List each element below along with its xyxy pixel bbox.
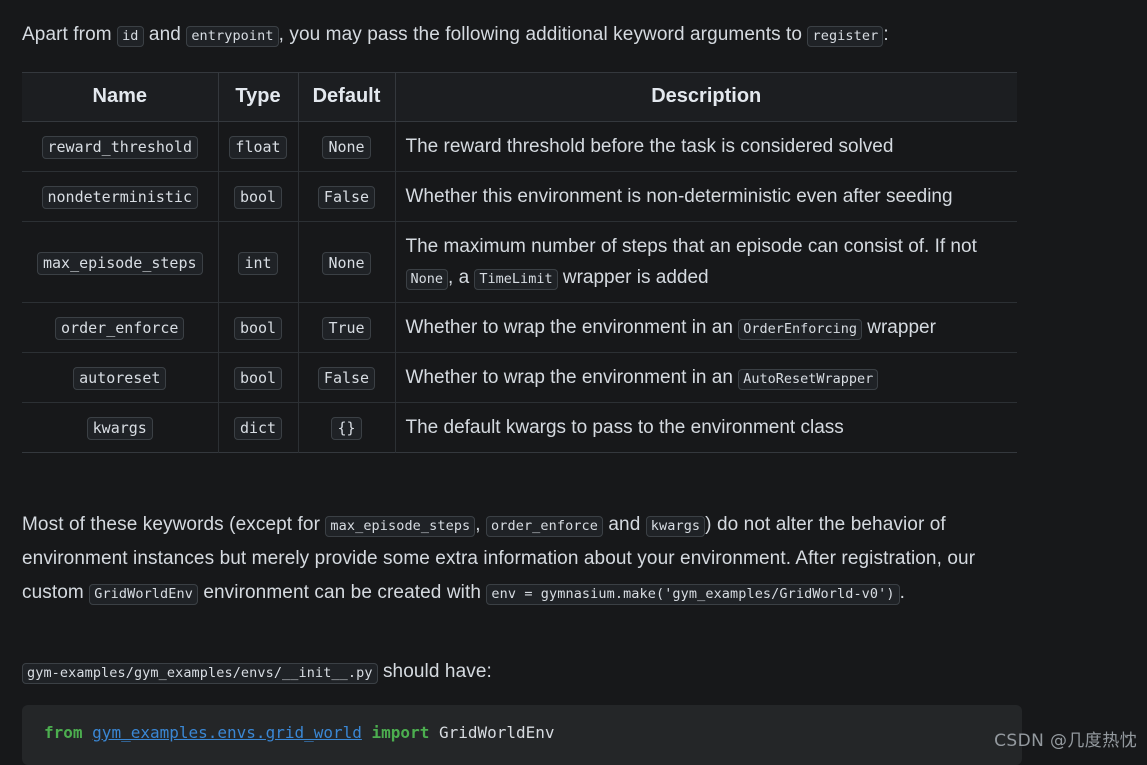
intro-text-3: , you may pass the following additional … <box>279 24 808 45</box>
body-text-5: environment can be created with <box>198 582 486 603</box>
cell-description: The default kwargs to pass to the enviro… <box>395 403 1017 453</box>
cell-description: The reward threshold before the task is … <box>395 122 1017 172</box>
cell-description: Whether to wrap the environment in an Or… <box>395 303 1017 353</box>
desc-text-a: Whether this environment is non-determin… <box>406 186 953 207</box>
cell-type: bool <box>218 303 298 353</box>
code-param-default: False <box>318 367 375 390</box>
column-header-description: Description <box>395 73 1017 122</box>
cell-type: int <box>218 222 298 303</box>
token-space-3 <box>429 723 439 742</box>
token-imported-class: GridWorldEnv <box>439 723 555 742</box>
document-page: Apart from id and entrypoint, you may pa… <box>0 0 1147 765</box>
parameters-table: Name Type Default Description reward_thr… <box>22 72 1017 453</box>
cell-name: reward_threshold <box>22 122 218 172</box>
desc-text-a: Whether to wrap the environment in an <box>406 317 739 338</box>
desc-code-1: OrderEnforcing <box>738 319 862 340</box>
code-register: register <box>807 26 883 47</box>
column-header-type: Type <box>218 73 298 122</box>
code-param-default: False <box>318 186 375 209</box>
cell-default: True <box>298 303 395 353</box>
code-max-episode-steps: max_episode_steps <box>325 516 475 537</box>
table-row: nondeterministic bool False Whether this… <box>22 172 1017 222</box>
token-keyword-import: import <box>372 723 430 742</box>
body-text-6: . <box>900 582 905 603</box>
body-text-2: , <box>475 514 486 535</box>
code-gridworldenv: GridWorldEnv <box>89 584 198 605</box>
body-paragraph: Most of these keywords (except for max_e… <box>22 508 1022 610</box>
desc-text-b: , a <box>448 267 474 288</box>
body-text-1: Most of these keywords (except for <box>22 514 325 535</box>
cell-name: order_enforce <box>22 303 218 353</box>
table-row: kwargs dict {} The default kwargs to pas… <box>22 403 1017 453</box>
code-file-path: gym-examples/gym_examples/envs/__init__.… <box>22 663 378 684</box>
desc-code-1: None <box>406 269 449 290</box>
table-row: autoreset bool False Whether to wrap the… <box>22 353 1017 403</box>
cell-name: kwargs <box>22 403 218 453</box>
cell-description: Whether to wrap the environment in an Au… <box>395 353 1017 403</box>
file-path-line: gym-examples/gym_examples/envs/__init__.… <box>22 655 1022 689</box>
code-param-type: int <box>238 252 277 275</box>
code-block: from gym_examples.envs.grid_world import… <box>22 705 1022 765</box>
code-param-default: True <box>322 317 370 340</box>
code-make-call: env = gymnasium.make('gym_examples/GridW… <box>486 584 899 605</box>
column-header-name: Name <box>22 73 218 122</box>
code-order-enforce: order_enforce <box>486 516 603 537</box>
cell-name: max_episode_steps <box>22 222 218 303</box>
cell-type: bool <box>218 172 298 222</box>
watermark: CSDN @几度热忱 <box>994 726 1137 751</box>
intro-text-4: : <box>883 24 888 45</box>
code-param-name: nondeterministic <box>42 186 199 209</box>
table-row: order_enforce bool True Whether to wrap … <box>22 303 1017 353</box>
desc-text-a: The maximum number of steps that an epis… <box>406 236 977 257</box>
cell-name: nondeterministic <box>22 172 218 222</box>
cell-description: The maximum number of steps that an epis… <box>395 222 1017 303</box>
cell-name: autoreset <box>22 353 218 403</box>
cell-type: dict <box>218 403 298 453</box>
intro-text-2: and <box>144 24 187 45</box>
cell-default: False <box>298 353 395 403</box>
cell-type: bool <box>218 353 298 403</box>
desc-text-b: wrapper <box>862 317 936 338</box>
cell-default: False <box>298 172 395 222</box>
intro-paragraph: Apart from id and entrypoint, you may pa… <box>22 18 1032 52</box>
body-text-3: and <box>603 514 646 535</box>
table-row: reward_threshold float None The reward t… <box>22 122 1017 172</box>
desc-text-a: The reward threshold before the task is … <box>406 136 894 157</box>
code-param-name: max_episode_steps <box>37 252 203 275</box>
desc-text-c: wrapper is added <box>558 267 709 288</box>
code-param-name: order_enforce <box>55 317 184 340</box>
code-param-name: autoreset <box>73 367 166 390</box>
table-header-row: Name Type Default Description <box>22 73 1017 122</box>
table-row: max_episode_steps int None The maximum n… <box>22 222 1017 303</box>
column-header-default: Default <box>298 73 395 122</box>
code-param-name: kwargs <box>87 417 153 440</box>
code-param-type: float <box>229 136 286 159</box>
code-entrypoint: entrypoint <box>186 26 278 47</box>
desc-text-a: The default kwargs to pass to the enviro… <box>406 417 844 438</box>
code-param-type: bool <box>234 317 282 340</box>
token-space-2 <box>362 723 372 742</box>
cell-default: None <box>298 122 395 172</box>
file-path-suffix: should have: <box>378 661 492 682</box>
code-param-type: bool <box>234 367 282 390</box>
code-param-default: None <box>322 136 370 159</box>
intro-text-1: Apart from <box>22 24 117 45</box>
cell-type: float <box>218 122 298 172</box>
cell-default: None <box>298 222 395 303</box>
token-keyword-from: from <box>44 723 83 742</box>
code-param-default: None <box>322 252 370 275</box>
cell-default: {} <box>298 403 395 453</box>
desc-text-a: Whether to wrap the environment in an <box>406 367 739 388</box>
code-param-type: dict <box>234 417 282 440</box>
code-id: id <box>117 26 143 47</box>
code-param-default: {} <box>331 417 361 440</box>
token-module-path[interactable]: gym_examples.envs.grid_world <box>92 723 362 742</box>
desc-code-2: TimeLimit <box>474 269 557 290</box>
desc-code-1: AutoResetWrapper <box>738 369 878 390</box>
cell-description: Whether this environment is non-determin… <box>395 172 1017 222</box>
token-space-1 <box>83 723 93 742</box>
code-param-type: bool <box>234 186 282 209</box>
code-param-name: reward_threshold <box>42 136 199 159</box>
code-kwargs: kwargs <box>646 516 705 537</box>
